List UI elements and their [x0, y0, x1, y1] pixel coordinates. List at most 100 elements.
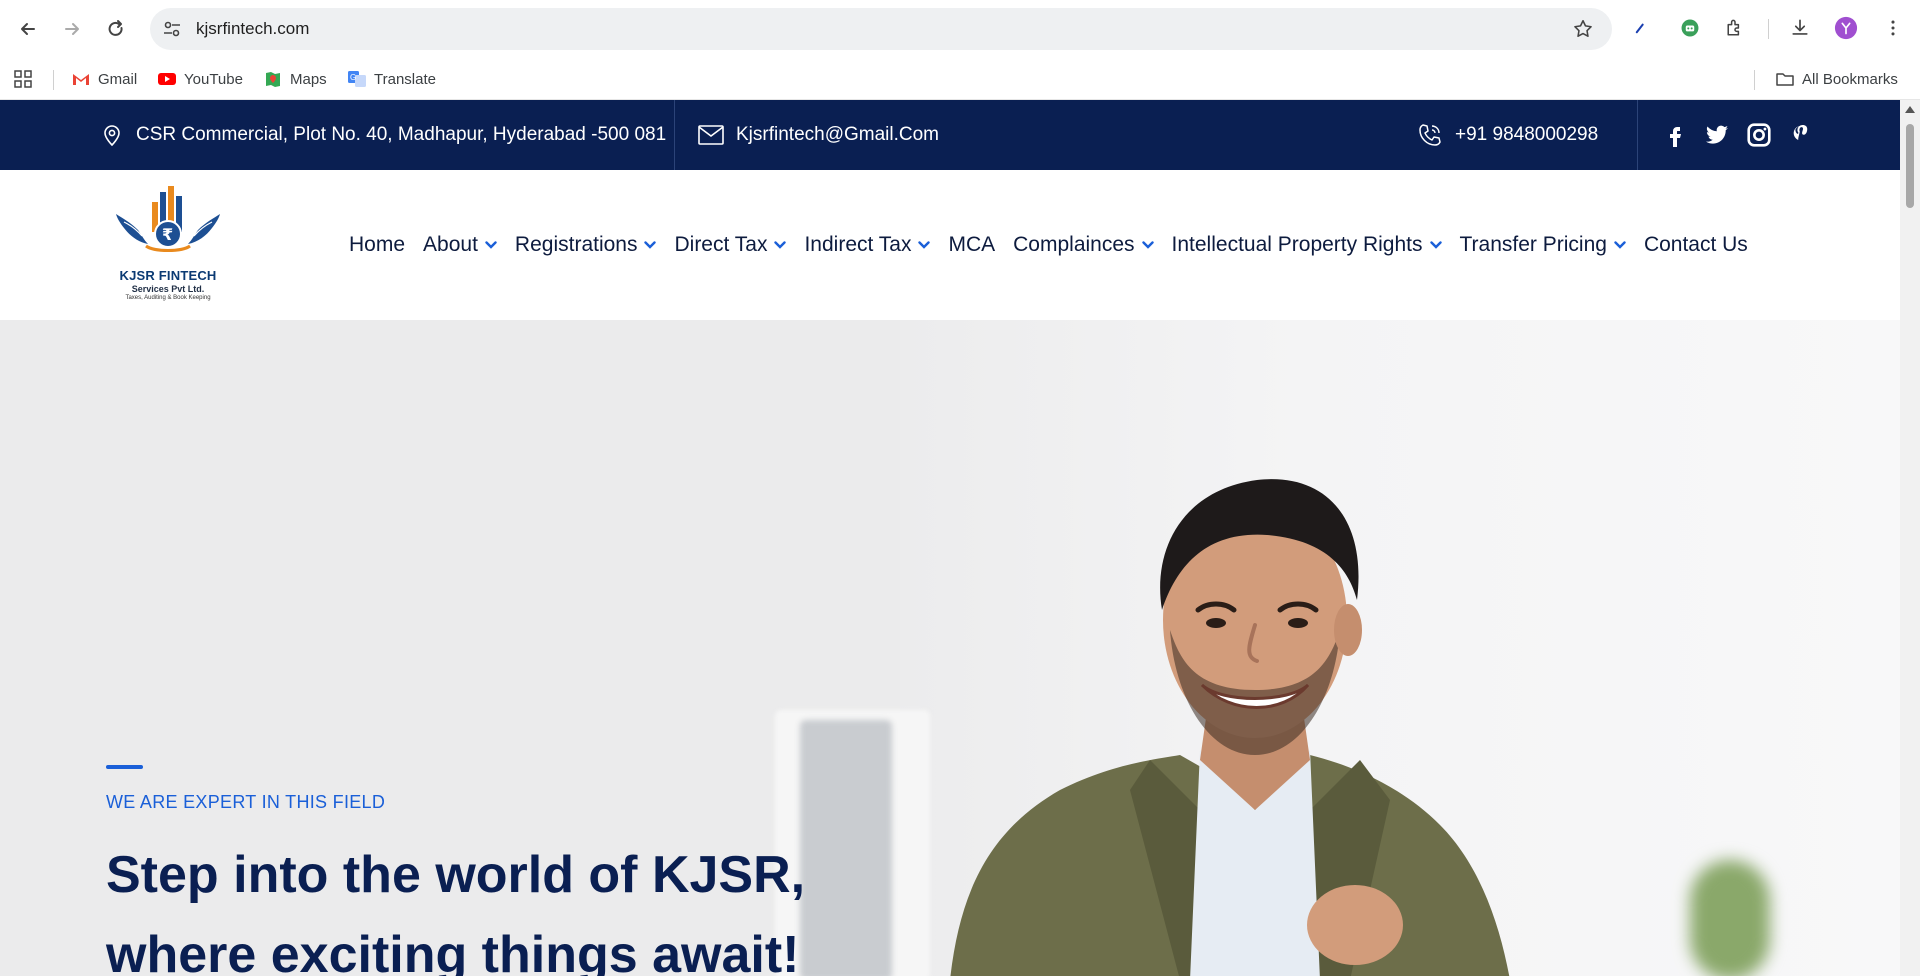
back-button[interactable]: [12, 13, 44, 45]
logo-tagline: Taxes, Auditing & Book Keeping: [125, 295, 211, 301]
background-plant-image: [1690, 860, 1770, 976]
hero-kicker: WE ARE EXPERT IN THIS FIELD: [106, 792, 386, 812]
accent-line: [106, 765, 143, 769]
url-text[interactable]: kjsrfintech.com: [196, 19, 309, 39]
logo-subtitle: Services Pvt Ltd.: [131, 284, 205, 294]
svg-text:G: G: [350, 73, 356, 82]
phone-icon: [1419, 124, 1441, 146]
logo-name: KJSR FINTECH: [119, 268, 217, 283]
extensions-puzzle-icon[interactable]: [1722, 15, 1748, 41]
hero-title: Step into the world of KJSR, where excit…: [106, 846, 806, 976]
robot-extension-icon[interactable]: [1677, 15, 1703, 41]
topbar-divider: [674, 100, 675, 170]
main-navigation: Home About Registrations Direct Tax Indi…: [349, 170, 1766, 320]
email-text[interactable]: Kjsrfintech@Gmail.Com: [736, 124, 939, 146]
bookmark-youtube[interactable]: YouTube: [158, 66, 243, 92]
facebook-icon[interactable]: [1662, 122, 1688, 148]
site-header: ₹ KJSR FINTECH Services Pvt Ltd. Taxes, …: [0, 170, 1900, 320]
bookmarks-divider: [53, 70, 54, 90]
nav-label[interactable]: MCA: [948, 233, 995, 257]
nav-registrations[interactable]: Registrations: [515, 233, 657, 257]
envelope-icon: [698, 125, 724, 145]
nav-complainces[interactable]: Complainces: [1013, 233, 1154, 257]
all-bookmarks-button[interactable]: All Bookmarks: [1776, 66, 1898, 92]
chevron-down-icon[interactable]: [1141, 241, 1154, 249]
translate-icon: G: [348, 71, 366, 87]
nav-contact-us[interactable]: Contact Us: [1644, 233, 1748, 257]
chevron-down-icon[interactable]: [1614, 241, 1626, 249]
reload-button[interactable]: [100, 13, 132, 45]
bookmark-gmail[interactable]: Gmail: [72, 66, 137, 92]
location-pin-icon: [104, 125, 120, 147]
address-text: CSR Commercial, Plot No. 40, Madhapur, H…: [136, 124, 667, 145]
bookmark-label: Maps: [290, 70, 327, 88]
profile-avatar-icon[interactable]: [1833, 15, 1859, 41]
scroll-up-arrow-icon[interactable]: [1905, 106, 1915, 113]
maps-icon: [266, 72, 280, 87]
phone-text[interactable]: +91 9848000298: [1455, 124, 1598, 146]
forward-button[interactable]: [56, 13, 88, 45]
bookmarks-bar: Gmail YouTube Maps G Translate All Bookm…: [0, 58, 1920, 100]
web-page: CSR Commercial, Plot No. 40, Madhapur, H…: [0, 100, 1900, 976]
all-bookmarks-label: All Bookmarks: [1802, 70, 1898, 88]
social-links: [1662, 100, 1814, 170]
bookmark-translate[interactable]: G Translate: [348, 66, 436, 92]
topbar-divider-right: [1637, 100, 1638, 170]
toolbar-divider: [1768, 19, 1769, 39]
pinterest-icon[interactable]: [1788, 122, 1814, 148]
bookmark-label: Gmail: [98, 70, 138, 88]
email-info[interactable]: Kjsrfintech@Gmail.Com: [698, 100, 939, 170]
nav-label[interactable]: Intellectual Property Rights: [1172, 233, 1423, 257]
chevron-down-icon[interactable]: [644, 241, 657, 249]
youtube-icon: [158, 73, 176, 85]
address-info: CSR Commercial, Plot No. 40, Madhapur, H…: [100, 100, 666, 170]
nav-mca[interactable]: MCA: [948, 233, 995, 257]
company-logo[interactable]: ₹ KJSR FINTECH Services Pvt Ltd. Taxes, …: [106, 184, 230, 306]
browser-toolbar: kjsrfintech.com: [0, 0, 1920, 58]
nav-label[interactable]: Transfer Pricing: [1460, 233, 1607, 257]
reload-icon: [108, 20, 123, 36]
apps-grid-icon[interactable]: [14, 66, 32, 92]
nav-about[interactable]: About: [423, 233, 497, 257]
instagram-icon[interactable]: [1746, 122, 1772, 148]
chevron-down-icon[interactable]: [1429, 241, 1442, 249]
bookmark-maps[interactable]: Maps: [264, 66, 327, 92]
more-menu-icon[interactable]: [1880, 15, 1906, 41]
nav-label[interactable]: Home: [349, 233, 405, 257]
gmail-icon: [73, 74, 89, 85]
bookmark-label: Translate: [374, 70, 436, 88]
bookmark-label: YouTube: [184, 70, 243, 88]
logo-emblem-icon: ₹: [116, 186, 220, 252]
nav-home[interactable]: Home: [349, 233, 405, 257]
scroll-thumb[interactable]: [1906, 124, 1914, 208]
nav-transfer-pricing[interactable]: Transfer Pricing: [1460, 233, 1626, 257]
nav-label[interactable]: Indirect Tax: [804, 233, 911, 257]
arrow-left-icon: [21, 23, 35, 35]
chevron-down-icon[interactable]: [485, 241, 497, 249]
svg-text:₹: ₹: [162, 225, 173, 244]
smiling-businessman-image: [950, 479, 1510, 976]
nav-ipr[interactable]: Intellectual Property Rights: [1172, 233, 1442, 257]
address-bar[interactable]: kjsrfintech.com: [150, 8, 1612, 50]
contact-topbar: CSR Commercial, Plot No. 40, Madhapur, H…: [0, 100, 1900, 170]
chevron-down-icon[interactable]: [918, 241, 931, 249]
chevron-down-icon[interactable]: [774, 241, 787, 249]
nav-label[interactable]: Contact Us: [1644, 233, 1748, 257]
bookmarks-divider-right: [1754, 70, 1755, 90]
download-icon[interactable]: [1787, 15, 1813, 41]
nav-label[interactable]: Direct Tax: [674, 233, 767, 257]
nav-label[interactable]: Registrations: [515, 233, 638, 257]
nav-label[interactable]: Complainces: [1013, 233, 1134, 257]
nav-label[interactable]: About: [423, 233, 478, 257]
twitter-icon[interactable]: [1704, 122, 1730, 148]
hero-banner: WE ARE EXPERT IN THIS FIELD Step into th…: [0, 320, 1900, 976]
nav-direct-tax[interactable]: Direct Tax: [674, 233, 787, 257]
arrow-right-icon: [65, 23, 79, 35]
pen-extension-icon[interactable]: [1628, 15, 1654, 41]
nav-indirect-tax[interactable]: Indirect Tax: [804, 233, 931, 257]
page-scrollbar[interactable]: [1900, 100, 1920, 976]
phone-info[interactable]: +91 9848000298: [1417, 100, 1598, 170]
site-settings-icon[interactable]: [162, 19, 182, 39]
folder-icon: [1776, 73, 1794, 86]
bookmark-star-icon[interactable]: [1572, 18, 1594, 40]
